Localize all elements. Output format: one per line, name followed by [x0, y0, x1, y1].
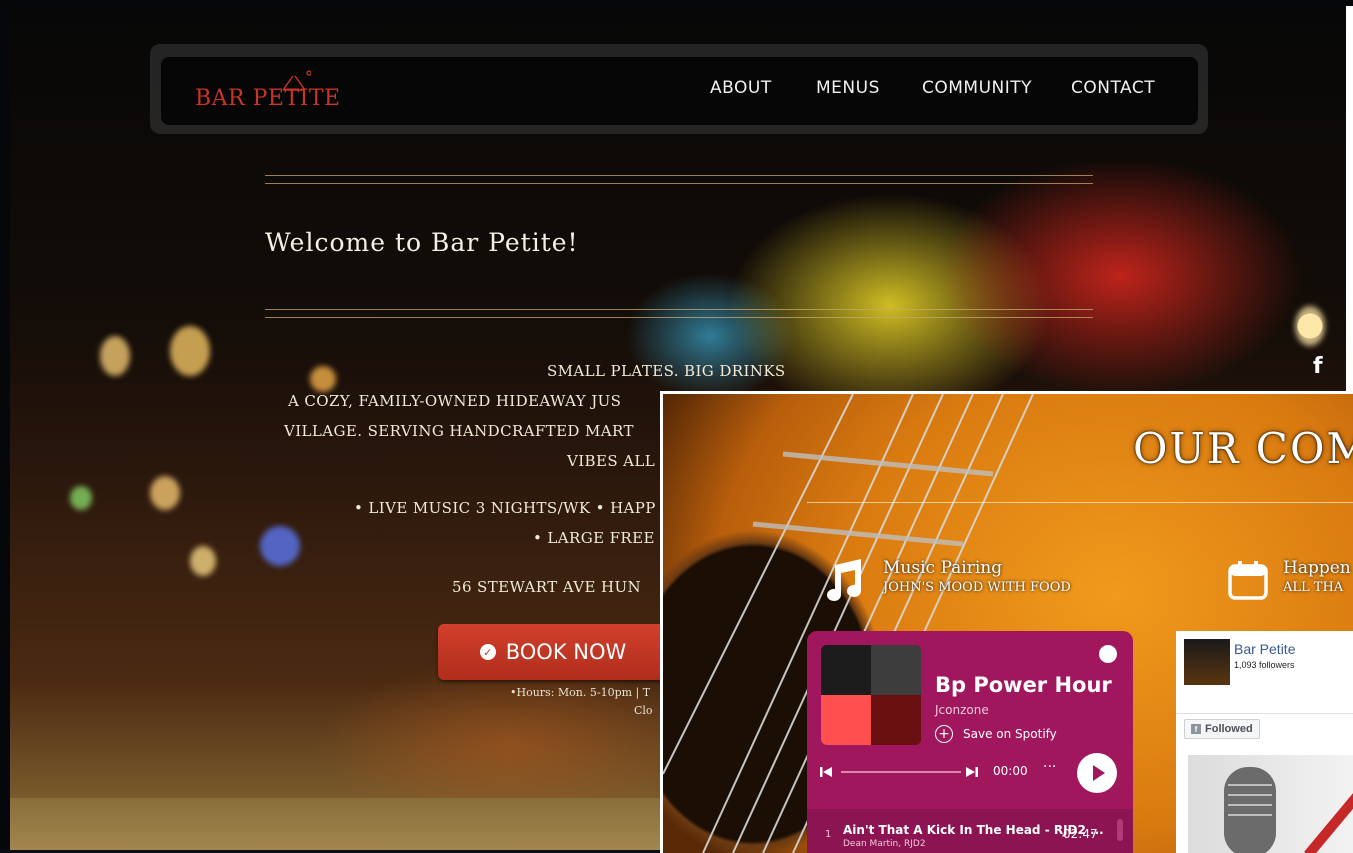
microphone-image: [1224, 767, 1353, 853]
bokeh-light: [260, 526, 300, 566]
save-on-spotify-button[interactable]: + Save on Spotify: [935, 725, 1057, 743]
plus-circle-icon: +: [935, 725, 953, 743]
bokeh-light: [70, 486, 92, 510]
playlist-title[interactable]: Bp Power Hour: [935, 673, 1112, 697]
community-section: OUR COM Music Pairing JOHN'S MOOD WITH F…: [660, 391, 1353, 853]
fb-page-name[interactable]: Bar Petite: [1234, 641, 1295, 657]
nav-about[interactable]: ABOUT: [710, 78, 772, 98]
divider: [265, 175, 1093, 176]
features-line: • LARGE FREE: [533, 529, 655, 547]
book-now-button[interactable]: ✓ BOOK NOW: [438, 624, 668, 680]
music-pairing-title: Music Pairing: [883, 558, 1003, 578]
save-label: Save on Spotify: [963, 727, 1057, 741]
divider: [265, 317, 1093, 318]
divider: [265, 183, 1093, 184]
playlist-cover: [821, 645, 921, 745]
divider: [807, 502, 1353, 503]
more-options-icon[interactable]: ···: [1043, 759, 1056, 775]
playback-controls: 00:00 ···: [819, 759, 1119, 785]
music-pairing-subtitle: JOHN'S MOOD WITH FOOD: [883, 580, 1071, 595]
bokeh-light: [1295, 306, 1325, 346]
facebook-icon: f: [1191, 724, 1201, 734]
track-artist: Dean Martin, RJD2: [843, 839, 926, 849]
music-note-icon: [827, 559, 861, 601]
skip-back-icon[interactable]: [819, 765, 833, 779]
nav-community[interactable]: COMMUNITY: [922, 78, 1032, 98]
happenings-subtitle: ALL THA: [1283, 580, 1344, 595]
section-heading: OUR COM: [1133, 424, 1353, 473]
play-button[interactable]: [1077, 753, 1117, 793]
followed-label: Followed: [1205, 723, 1253, 735]
nav-menus[interactable]: MENUS: [816, 78, 880, 98]
site-logo[interactable]: BAR PETITE: [195, 70, 355, 114]
bokeh-light: [190, 546, 216, 576]
spotify-player[interactable]: Bp Power Hour Jconzone + Save on Spotify…: [807, 631, 1133, 853]
page-thumbnail[interactable]: [1184, 639, 1230, 685]
features-line: • LIVE MUSIC 3 NIGHTS/WK • HAPP: [354, 499, 656, 517]
calendar-icon: [1228, 561, 1268, 600]
divider: [1176, 713, 1353, 714]
progress-bar[interactable]: [841, 771, 961, 773]
bokeh-light: [170, 326, 210, 376]
followed-button[interactable]: f Followed: [1184, 719, 1260, 739]
hours-text: Clo: [634, 704, 653, 717]
track-duration: 02:47: [1063, 827, 1098, 841]
hours-text: •Hours: Mon. 5-10pm | T: [510, 686, 651, 699]
logo-text: BAR PETITE: [195, 86, 341, 111]
happenings-title: Happen: [1283, 558, 1351, 578]
nav-contact[interactable]: CONTACT: [1071, 78, 1155, 98]
description-line: A COZY, FAMILY-OWNED HIDEAWAY JUS: [288, 392, 622, 410]
facebook-icon[interactable]: f: [1313, 354, 1323, 379]
time-elapsed: 00:00: [993, 764, 1028, 778]
welcome-heading: Welcome to Bar Petite!: [265, 228, 579, 257]
playlist-owner[interactable]: Jconzone: [935, 703, 989, 717]
track-row[interactable]: 1 Ain't That A Kick In The Head - RJD2 .…: [807, 809, 1133, 853]
track-scrollbar[interactable]: [1117, 819, 1123, 841]
check-circle-icon: ✓: [479, 644, 496, 660]
description-line: VILLAGE. SERVING HANDCRAFTED MART: [284, 422, 634, 440]
spotify-logo-icon[interactable]: [1099, 645, 1117, 663]
window-edge: [1346, 6, 1353, 392]
tagline: SMALL PLATES. BIG DRINKS: [547, 362, 786, 380]
bokeh-light: [150, 476, 180, 510]
divider: [265, 309, 1093, 310]
bokeh-light: [310, 366, 336, 392]
description-line: VIBES ALL: [567, 452, 656, 470]
facebook-page-widget: Bar Petite 1,093 followers f Followed: [1176, 631, 1353, 853]
book-now-label: BOOK NOW: [505, 640, 627, 664]
skip-forward-icon[interactable]: [965, 765, 979, 779]
track-number: 1: [825, 829, 832, 840]
bokeh-light: [100, 336, 130, 376]
address: 56 STEWART AVE HUN: [452, 578, 642, 596]
post-photo[interactable]: [1188, 755, 1353, 853]
fb-followers-count: 1,093 followers: [1234, 660, 1295, 670]
